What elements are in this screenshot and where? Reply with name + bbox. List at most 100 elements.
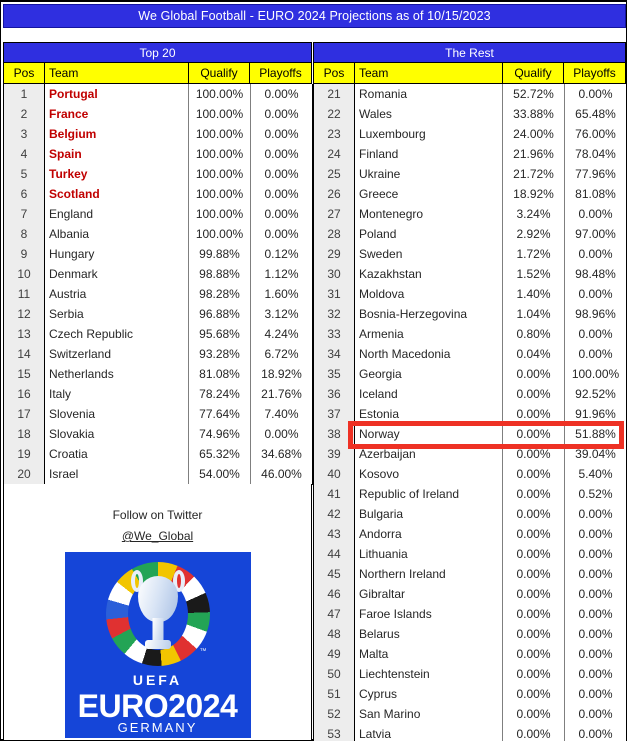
- table-row[interactable]: 25 Ukraine 21.72% 77.96%: [313, 164, 627, 184]
- table-row[interactable]: 45 Northern Ireland 0.00% 0.00%: [313, 564, 627, 584]
- table-row[interactable]: 18 Slovakia 74.96% 0.00%: [3, 424, 313, 444]
- cell-position: 21: [313, 84, 355, 104]
- table-row[interactable]: 33 Armenia 0.80% 0.00%: [313, 324, 627, 344]
- table-row[interactable]: 36 Iceland 0.00% 92.52%: [313, 384, 627, 404]
- table-row[interactable]: 9 Hungary 99.88% 0.12%: [3, 244, 313, 264]
- cell-playoffs: 0.00%: [564, 624, 627, 644]
- table-row[interactable]: 42 Bulgaria 0.00% 0.00%: [313, 504, 627, 524]
- cell-qualify: 0.00%: [502, 384, 565, 404]
- cell-qualify: 18.92%: [502, 184, 565, 204]
- table-row[interactable]: 29 Sweden 1.72% 0.00%: [313, 244, 627, 264]
- table-row[interactable]: 44 Lithuania 0.00% 0.00%: [313, 544, 627, 564]
- cell-playoffs: 92.52%: [564, 384, 627, 404]
- table-row[interactable]: 52 San Marino 0.00% 0.00%: [313, 704, 627, 724]
- table-row[interactable]: 53 Latvia 0.00% 0.00%: [313, 724, 627, 741]
- cell-qualify: 0.00%: [502, 444, 565, 464]
- uefa-euro-2024-logo: ™ UEFA EURO2024 GERMANY: [64, 552, 251, 738]
- cell-qualify: 52.72%: [502, 84, 565, 104]
- cell-team: San Marino: [354, 704, 503, 724]
- table-row[interactable]: 17 Slovenia 77.64% 7.40%: [3, 404, 313, 424]
- table-row[interactable]: 40 Kosovo 0.00% 5.40%: [313, 464, 627, 484]
- cell-qualify: 98.28%: [188, 284, 251, 304]
- cell-qualify: 100.00%: [188, 164, 251, 184]
- cell-position: 17: [3, 404, 45, 424]
- page-title: We Global Football - EURO 2024 Projectio…: [3, 4, 626, 28]
- cell-team: Turkey: [44, 164, 189, 184]
- cell-position: 51: [313, 684, 355, 704]
- table-row[interactable]: 6 Scotland 100.00% 0.00%: [3, 184, 313, 204]
- column-header-playoffs-right: Playoffs: [573, 66, 616, 80]
- table-row[interactable]: 49 Malta 0.00% 0.00%: [313, 644, 627, 664]
- table-row[interactable]: 13 Czech Republic 95.68% 4.24%: [3, 324, 313, 344]
- cell-qualify: 0.04%: [502, 344, 565, 364]
- table-row[interactable]: 50 Liechtenstein 0.00% 0.00%: [313, 664, 627, 684]
- cell-team: Northern Ireland: [354, 564, 503, 584]
- table-row[interactable]: 47 Faroe Islands 0.00% 0.00%: [313, 604, 627, 624]
- cell-qualify: 98.88%: [188, 264, 251, 284]
- table-row[interactable]: 4 Spain 100.00% 0.00%: [3, 144, 313, 164]
- table-row[interactable]: 26 Greece 18.92% 81.08%: [313, 184, 627, 204]
- cell-team: Poland: [354, 224, 503, 244]
- cell-playoffs: 7.40%: [250, 404, 313, 424]
- table-row[interactable]: 2 France 100.00% 0.00%: [3, 104, 313, 124]
- table-row[interactable]: 5 Turkey 100.00% 0.00%: [3, 164, 313, 184]
- table-row[interactable]: 32 Bosnia-Herzegovina 1.04% 98.96%: [313, 304, 627, 324]
- cell-playoffs: 0.00%: [564, 504, 627, 524]
- table-row[interactable]: 3 Belgium 100.00% 0.00%: [3, 124, 313, 144]
- table-row[interactable]: 24 Finland 21.96% 78.04%: [313, 144, 627, 164]
- trophy-base-icon: [144, 640, 171, 649]
- cell-position: 53: [313, 724, 355, 741]
- table-row[interactable]: 19 Croatia 65.32% 34.68%: [3, 444, 313, 464]
- cell-position: 38: [313, 424, 355, 444]
- table-row[interactable]: 31 Moldova 1.40% 0.00%: [313, 284, 627, 304]
- cell-position: 28: [313, 224, 355, 244]
- cell-qualify: 0.00%: [502, 584, 565, 604]
- table-row[interactable]: 27 Montenegro 3.24% 0.00%: [313, 204, 627, 224]
- table-row[interactable]: 1 Portugal 100.00% 0.00%: [3, 84, 313, 104]
- cell-position: 45: [313, 564, 355, 584]
- table-row[interactable]: 35 Georgia 0.00% 100.00%: [313, 364, 627, 384]
- cell-playoffs: 51.88%: [564, 424, 627, 444]
- table-row[interactable]: 30 Kazakhstan 1.52% 98.48%: [313, 264, 627, 284]
- cell-qualify: 0.00%: [502, 544, 565, 564]
- table-row[interactable]: 51 Cyprus 0.00% 0.00%: [313, 684, 627, 704]
- column-header-row-left: Pos Team Qualify Playoffs: [3, 63, 312, 84]
- table-row[interactable]: 43 Andorra 0.00% 0.00%: [313, 524, 627, 544]
- table-row[interactable]: 10 Denmark 98.88% 1.12%: [3, 264, 313, 284]
- cell-position: 24: [313, 144, 355, 164]
- cell-playoffs: 0.00%: [250, 204, 313, 224]
- table-row[interactable]: 22 Wales 33.88% 65.48%: [313, 104, 627, 124]
- table-row[interactable]: 38 Norway 0.00% 51.88%: [313, 424, 627, 444]
- table-row[interactable]: 11 Austria 98.28% 1.60%: [3, 284, 313, 304]
- table-row[interactable]: 8 Albania 100.00% 0.00%: [3, 224, 313, 244]
- cell-team: Finland: [354, 144, 503, 164]
- cell-qualify: 1.40%: [502, 284, 565, 304]
- table-row[interactable]: 41 Republic of Ireland 0.00% 0.52%: [313, 484, 627, 504]
- table-row[interactable]: 28 Poland 2.92% 97.00%: [313, 224, 627, 244]
- table-row[interactable]: 16 Italy 78.24% 21.76%: [3, 384, 313, 404]
- cell-team: Slovenia: [44, 404, 189, 424]
- table-row[interactable]: 14 Switzerland 93.28% 6.72%: [3, 344, 313, 364]
- cell-position: 29: [313, 244, 355, 264]
- cell-team: Israel: [44, 464, 189, 485]
- table-row[interactable]: 23 Luxembourg 24.00% 76.00%: [313, 124, 627, 144]
- table-row[interactable]: 7 England 100.00% 0.00%: [3, 204, 313, 224]
- table-row[interactable]: 15 Netherlands 81.08% 18.92%: [3, 364, 313, 384]
- table-row[interactable]: 21 Romania 52.72% 0.00%: [313, 84, 627, 104]
- table-row[interactable]: 39 Azerbaijan 0.00% 39.04%: [313, 444, 627, 464]
- table-row[interactable]: 48 Belarus 0.00% 0.00%: [313, 624, 627, 644]
- cell-qualify: 21.72%: [502, 164, 565, 184]
- table-row[interactable]: 12 Serbia 96.88% 3.12%: [3, 304, 313, 324]
- table-row[interactable]: 46 Gibraltar 0.00% 0.00%: [313, 584, 627, 604]
- table-row[interactable]: 20 Israel 54.00% 46.00%: [3, 464, 313, 485]
- table-row[interactable]: 34 North Macedonia 0.04% 0.00%: [313, 344, 627, 364]
- cell-qualify: 0.00%: [502, 464, 565, 484]
- cell-playoffs: 0.00%: [564, 544, 627, 564]
- cell-playoffs: 5.40%: [564, 464, 627, 484]
- table-row[interactable]: 37 Estonia 0.00% 91.96%: [313, 404, 627, 424]
- cell-qualify: 77.64%: [188, 404, 251, 424]
- twitter-handle-link[interactable]: @We_Global: [122, 529, 193, 543]
- cell-position: 33: [313, 324, 355, 344]
- cell-playoffs: 78.04%: [564, 144, 627, 164]
- cell-playoffs: 100.00%: [564, 364, 627, 384]
